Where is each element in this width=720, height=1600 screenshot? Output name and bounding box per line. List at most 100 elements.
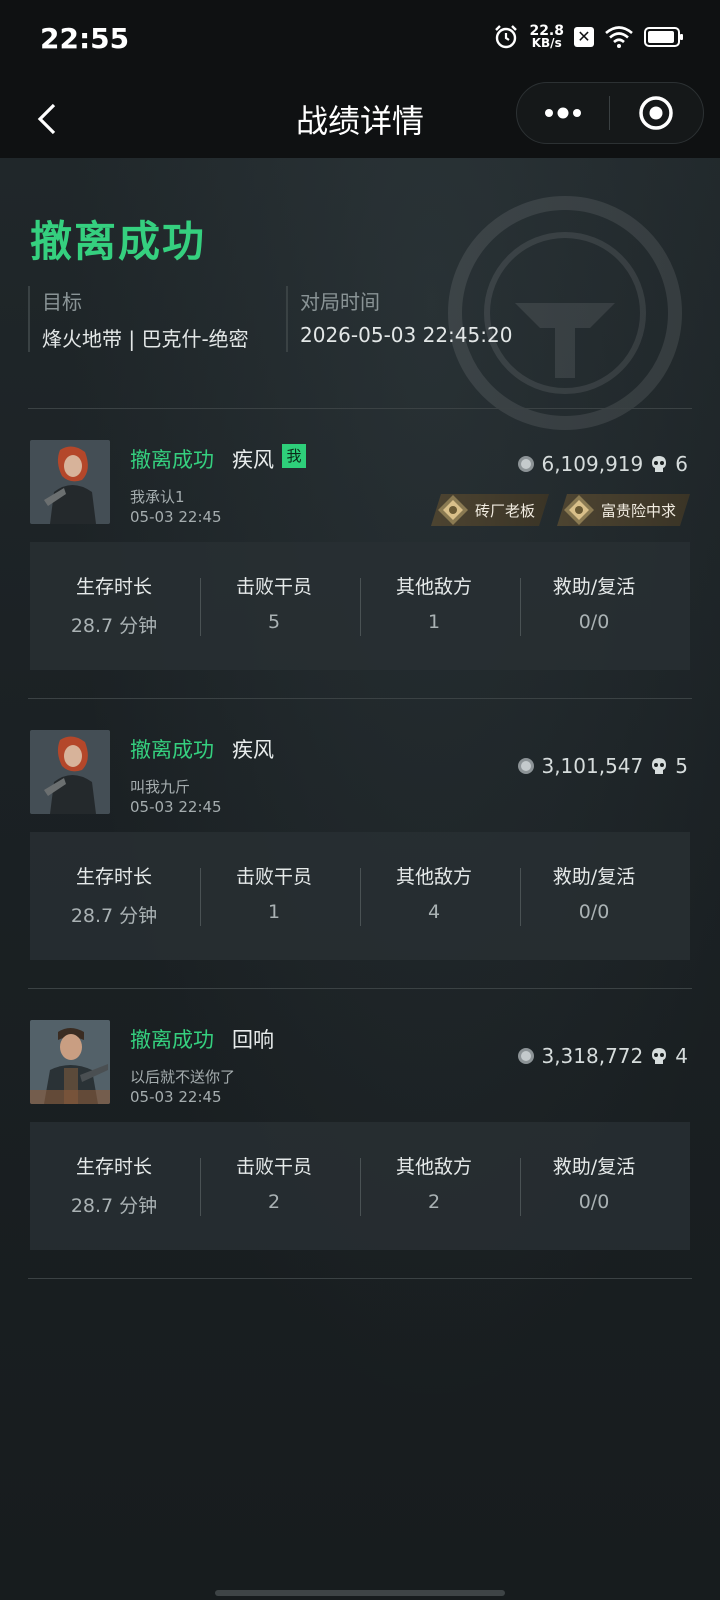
divider (28, 698, 692, 699)
more-button[interactable] (517, 83, 609, 143)
stat-value: 28.7 分钟 (70, 615, 158, 637)
achievement-badge[interactable]: 砖厂老板 (431, 494, 549, 526)
stat-survival: 生存时长 28.7 分钟 (34, 862, 194, 928)
stat-label: 生存时长 (75, 576, 152, 598)
wifi-icon (605, 26, 633, 48)
player-hero: 疾风 (232, 738, 274, 762)
kill-count: 5 (675, 754, 688, 778)
stats-box: 生存时长 28.7 分钟 击败干员 2 其他敌方 2 救助/复活 0/0 (30, 1122, 690, 1250)
stat-value: 1 (267, 901, 281, 923)
player-card[interactable]: 撤离成功 回响 以后就不送你了 05-03 22:45 3,318,772 4 … (28, 1018, 692, 1300)
target-value: 烽火地带 | 巴克什-绝密 (42, 327, 249, 351)
alarm-icon (495, 25, 518, 49)
stat-label: 其他敌方 (395, 576, 472, 598)
stat-value: 1 (427, 611, 441, 633)
stat-other: 其他敌方 1 (354, 572, 514, 633)
achievement-badges: 砖厂老板 富贵险中求 (431, 494, 690, 526)
stat-label: 击败干员 (235, 576, 312, 598)
stat-value: 2 (267, 1191, 281, 1213)
mini-program-capsule (516, 82, 704, 144)
player-hero: 回响 (232, 1028, 274, 1052)
stats-box: 生存时长 28.7 分钟 击败干员 5 其他敌方 1 救助/复活 0/0 (30, 542, 690, 670)
stat-kills: 击败干员 1 (194, 862, 354, 923)
stat-value: 0/0 (578, 611, 610, 633)
stat-value: 28.7 分钟 (70, 905, 158, 927)
stat-survival: 生存时长 28.7 分钟 (34, 572, 194, 638)
net-speed: 22.8 KB/s (529, 24, 564, 50)
stat-label: 击败干员 (235, 1156, 312, 1178)
stat-label: 其他敌方 (395, 1156, 472, 1178)
avatar (30, 440, 110, 524)
kill-count: 6 (675, 452, 688, 476)
match-time-label: 对局时间 (300, 290, 380, 314)
divider (28, 408, 692, 409)
match-time-value: 2026-05-03 22:45:20 (300, 323, 513, 347)
player-name: 叫我九斤 (130, 778, 191, 796)
net-speed-unit: KB/s (531, 36, 562, 50)
nav-bar: 战绩详情 (0, 80, 720, 158)
player-status: 撤离成功 (130, 738, 214, 762)
skull-icon (652, 758, 667, 774)
status-bar: 22:55 22.8 KB/s ✕ (0, 0, 720, 80)
player-date: 05-03 22:45 (130, 1088, 222, 1106)
skull-icon (652, 456, 667, 472)
divider (28, 1278, 692, 1279)
stat-label: 生存时长 (75, 866, 152, 888)
medal-icon (563, 494, 595, 526)
stat-label: 救助/复活 (552, 1156, 636, 1178)
stat-label: 救助/复活 (552, 866, 636, 888)
close-button[interactable] (610, 83, 704, 143)
badge-label: 富贵险中求 (600, 501, 676, 520)
achievement-badge[interactable]: 富贵险中求 (557, 494, 690, 526)
player-stats: 6,109,919 6 (517, 452, 688, 476)
battery-icon (644, 27, 683, 47)
coin-icon (518, 758, 535, 774)
player-status: 撤离成功 (130, 448, 214, 472)
avatar (30, 1020, 110, 1104)
more-dots-icon (544, 107, 581, 119)
stat-value: 0/0 (578, 1191, 610, 1213)
medal-icon (437, 494, 469, 526)
avatar (30, 730, 110, 814)
stat-label: 救助/复活 (552, 576, 636, 598)
me-tag: 我 (282, 444, 306, 468)
coin-value: 3,101,547 (541, 754, 644, 778)
player-card[interactable]: 撤离成功 疾风 叫我九斤 05-03 22:45 3,101,547 5 生存时… (28, 728, 692, 1010)
stat-value: 28.7 分钟 (70, 1195, 158, 1217)
kill-count: 4 (675, 1044, 688, 1068)
badge-label: 砖厂老板 (474, 501, 535, 520)
divider (28, 988, 692, 989)
stat-label: 击败干员 (235, 866, 312, 888)
stat-other: 其他敌方 2 (354, 1152, 514, 1213)
stat-value: 5 (267, 611, 281, 633)
player-status: 撤离成功 (130, 1028, 214, 1052)
no-sim-icon: ✕ (574, 27, 594, 47)
coin-value: 3,318,772 (541, 1044, 644, 1068)
player-hero: 疾风 (232, 448, 274, 472)
match-time-info: 对局时间 2026-05-03 22:45:20 (286, 286, 512, 352)
player-date: 05-03 22:45 (130, 508, 222, 526)
stat-kills: 击败干员 2 (194, 1152, 354, 1213)
stat-kills: 击败干员 5 (194, 572, 354, 633)
skull-icon (652, 1048, 667, 1064)
status-icons: 22.8 KB/s ✕ (493, 24, 683, 50)
content-area: 撤离成功 目标 烽火地带 | 巴克什-绝密 对局时间 2026-05-03 22… (0, 158, 720, 1600)
home-indicator[interactable] (215, 1590, 505, 1596)
stat-assist: 救助/复活 0/0 (514, 572, 674, 633)
stats-box: 生存时长 28.7 分钟 击败干员 1 其他敌方 4 救助/复活 0/0 (30, 832, 690, 960)
player-date: 05-03 22:45 (130, 798, 222, 816)
stat-other: 其他敌方 4 (354, 862, 514, 923)
stat-survival: 生存时长 28.7 分钟 (34, 1152, 194, 1218)
player-name: 我承认1 (130, 488, 185, 506)
target-info: 目标 烽火地带 | 巴克什-绝密 (28, 286, 249, 352)
stat-value: 0/0 (578, 901, 610, 923)
player-stats: 3,101,547 5 (517, 754, 688, 778)
player-card[interactable]: 撤离成功 疾风 我 我承认1 05-03 22:45 6,109,919 6 砖… (28, 438, 692, 720)
coin-icon (518, 1048, 535, 1064)
coin-icon (518, 456, 535, 472)
status-time: 22:55 (40, 22, 130, 55)
stat-assist: 救助/复活 0/0 (514, 862, 674, 923)
player-stats: 3,318,772 4 (517, 1044, 688, 1068)
coin-value: 6,109,919 (541, 452, 644, 476)
stat-label: 生存时长 (75, 1156, 152, 1178)
